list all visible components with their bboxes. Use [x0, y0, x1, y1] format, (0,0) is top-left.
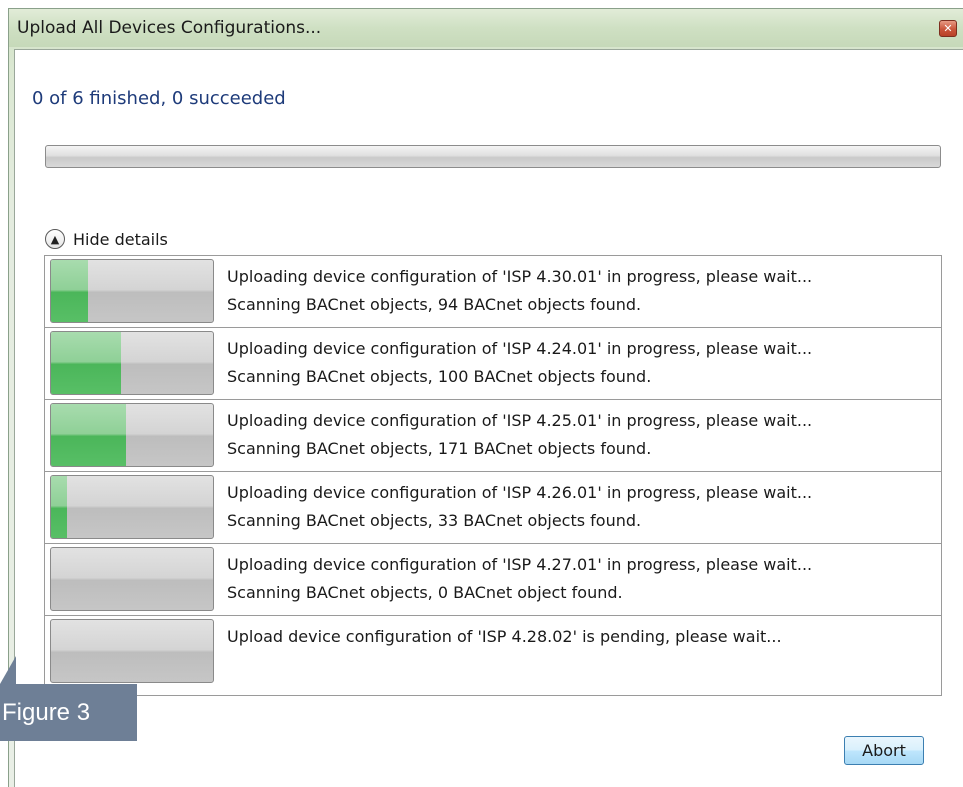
figure-label-notch — [0, 656, 16, 684]
device-row: Uploading device configuration of 'ISP 4… — [45, 256, 941, 328]
device-status-line: Uploading device configuration of 'ISP 4… — [227, 483, 813, 502]
hide-details-label: Hide details — [73, 229, 168, 249]
device-details-list: Uploading device configuration of 'ISP 4… — [44, 255, 942, 696]
device-scan-line: Scanning BACnet objects, 94 BACnet objec… — [227, 295, 642, 314]
overall-progress-bar — [45, 145, 941, 168]
figure-label: Figure 3 — [0, 684, 137, 741]
device-status-line: Uploading device configuration of 'ISP 4… — [227, 411, 813, 430]
device-progress-fill — [51, 260, 89, 322]
dialog-body: 0 of 6 finished, 0 succeeded ▲ Hide deta… — [14, 49, 963, 787]
device-scan-line: Scanning BACnet objects, 100 BACnet obje… — [227, 367, 652, 386]
title-bar[interactable]: Upload All Devices Configurations... ✕ — [9, 9, 963, 47]
device-progress-bar — [50, 619, 214, 683]
window-title: Upload All Devices Configurations... — [17, 18, 322, 38]
chevron-up-icon[interactable]: ▲ — [45, 229, 65, 249]
device-status-line: Uploading device configuration of 'ISP 4… — [227, 339, 813, 358]
device-status-line: Upload device configuration of 'ISP 4.28… — [227, 627, 782, 646]
close-icon[interactable]: ✕ — [939, 20, 957, 37]
device-status-line: Uploading device configuration of 'ISP 4… — [227, 267, 813, 286]
device-row: Uploading device configuration of 'ISP 4… — [45, 400, 941, 472]
device-progress-fill — [51, 332, 121, 394]
device-row: Upload device configuration of 'ISP 4.28… — [45, 616, 941, 688]
device-progress-bar — [50, 403, 214, 467]
device-scan-line: Scanning BACnet objects, 0 BACnet object… — [227, 583, 623, 602]
device-progress-bar — [50, 475, 214, 539]
device-progress-bar — [50, 259, 214, 323]
upload-dialog: Upload All Devices Configurations... ✕ 0… — [8, 8, 963, 787]
device-scan-line: Scanning BACnet objects, 33 BACnet objec… — [227, 511, 642, 530]
device-progress-fill — [51, 476, 68, 538]
hide-details-toggle[interactable]: ▲ Hide details — [45, 229, 168, 249]
device-progress-bar — [50, 331, 214, 395]
abort-button[interactable]: Abort — [844, 736, 924, 765]
device-progress-bar — [50, 547, 214, 611]
device-row: Uploading device configuration of 'ISP 4… — [45, 328, 941, 400]
device-row: Uploading device configuration of 'ISP 4… — [45, 544, 941, 616]
device-progress-fill — [51, 404, 126, 466]
summary-status: 0 of 6 finished, 0 succeeded — [32, 88, 286, 109]
device-scan-line: Scanning BACnet objects, 171 BACnet obje… — [227, 439, 652, 458]
device-status-line: Uploading device configuration of 'ISP 4… — [227, 555, 813, 574]
device-row: Uploading device configuration of 'ISP 4… — [45, 472, 941, 544]
